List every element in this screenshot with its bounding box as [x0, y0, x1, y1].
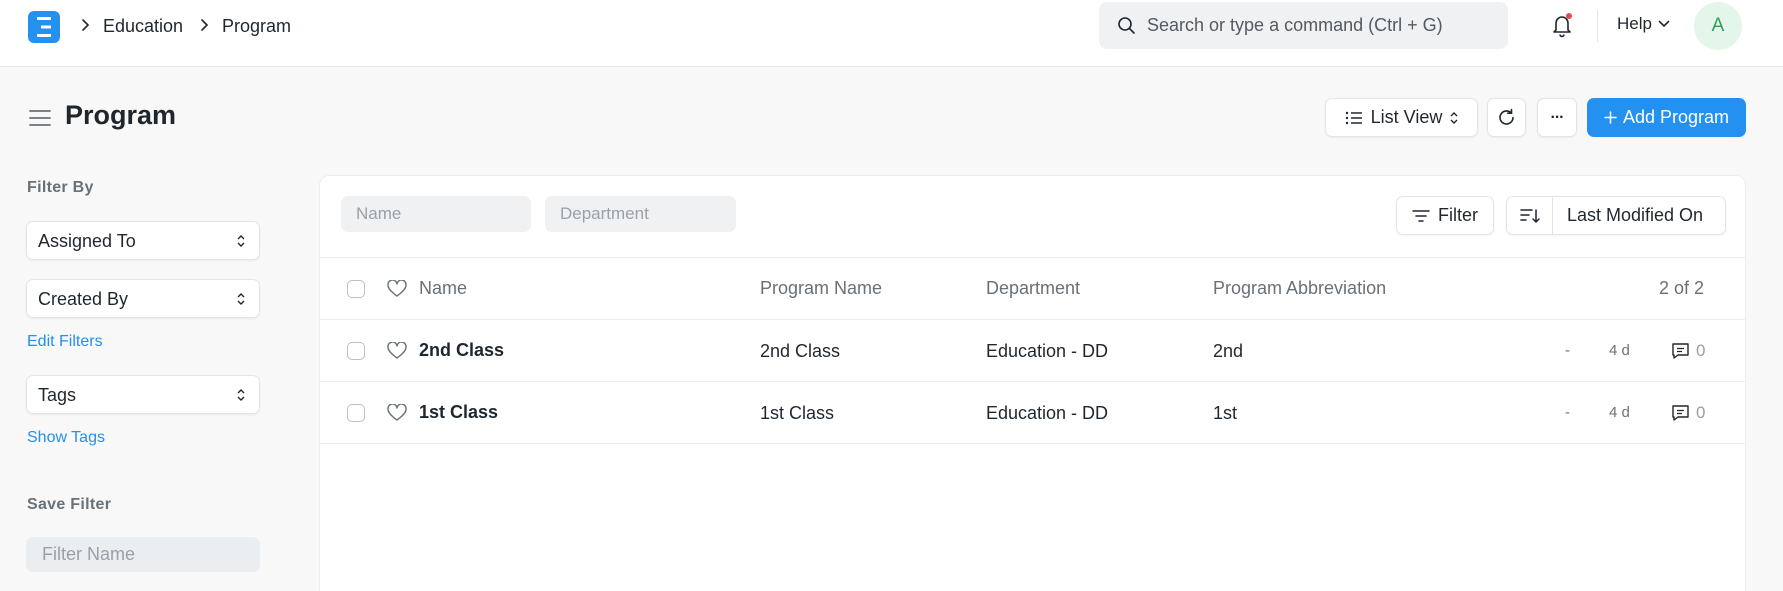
created-by-select[interactable]: Created By [26, 279, 260, 318]
row-abbreviation: 1st [1213, 403, 1238, 423]
app-logo[interactable] [28, 11, 60, 43]
row-comment-count[interactable]: 0 [1671, 341, 1705, 361]
user-avatar[interactable]: A [1694, 2, 1742, 50]
up-down-icon [237, 293, 245, 305]
plus-icon [1604, 111, 1617, 124]
list-card [319, 175, 1746, 591]
up-down-icon [237, 235, 245, 247]
heart-icon[interactable] [387, 280, 407, 298]
search-placeholder: Search or type a command (Ctrl + G) [1147, 15, 1443, 35]
row-name[interactable]: 1st Class [419, 402, 498, 423]
record-count: 2 of 2 [1659, 278, 1705, 298]
notification-dot [1566, 13, 1572, 19]
navbar-divider [1597, 10, 1598, 42]
row-assigned: - [1565, 404, 1570, 421]
heart-icon[interactable] [387, 404, 407, 422]
up-down-icon [237, 389, 245, 401]
chevron-right-icon [82, 19, 90, 31]
column-header-program-name: Program Name [760, 278, 883, 298]
refresh-icon [1499, 108, 1514, 125]
row-department: Education - DD [986, 341, 1109, 361]
edit-filters-link[interactable]: Edit Filters [27, 333, 103, 351]
more-dots-icon: ··· [1550, 108, 1565, 126]
row-comment-count[interactable]: 0 [1671, 403, 1705, 423]
help-label: Help [1617, 14, 1652, 33]
column-header-department: Department [986, 278, 1081, 298]
comment-icon [1672, 343, 1689, 359]
row-checkbox[interactable] [347, 404, 365, 422]
select-all-checkbox[interactable] [347, 280, 365, 298]
row-modified: 4 d [1609, 404, 1630, 421]
erpnext-logo-icon [37, 17, 51, 37]
chevron-down-icon [1658, 20, 1670, 28]
row-department: Education - DD [986, 403, 1109, 423]
comment-icon [1672, 405, 1689, 421]
assigned-to-select[interactable]: Assigned To [26, 221, 260, 260]
department-filter-input[interactable]: Department [545, 196, 736, 232]
row-modified: 4 d [1609, 342, 1630, 359]
sidebar-toggle-icon[interactable] [29, 109, 51, 127]
filter-button[interactable]: Filter [1396, 196, 1494, 235]
column-header-name: Name [419, 278, 468, 298]
filter-by-label: Filter By [27, 179, 94, 196]
sort-order-button[interactable] [1507, 197, 1553, 234]
divider [320, 381, 1745, 382]
chevron-right-icon [201, 19, 209, 31]
refresh-button[interactable] [1487, 98, 1526, 137]
more-actions-button[interactable]: ··· [1537, 98, 1577, 137]
filter-icon [1412, 209, 1430, 222]
show-tags-link[interactable]: Show Tags [27, 429, 105, 447]
row-program-name: 1st Class [760, 403, 835, 423]
navbar: Education Program Search or type a comma… [0, 0, 1783, 67]
row-checkbox[interactable] [347, 342, 365, 360]
sort-control[interactable]: Last Modified On [1506, 196, 1726, 235]
page-title: Program [65, 100, 177, 130]
tags-label: Tags [38, 385, 77, 405]
tags-select[interactable]: Tags [26, 375, 260, 414]
divider [320, 443, 1745, 444]
comment-count: 0 [1696, 341, 1706, 360]
search-icon [1118, 17, 1135, 34]
assigned-to-label: Assigned To [38, 231, 136, 251]
up-down-icon [1450, 111, 1458, 124]
help-dropdown[interactable]: Help [1617, 14, 1670, 34]
search-bar[interactable]: Search or type a command (Ctrl + G) [1099, 2, 1508, 49]
row-name[interactable]: 2nd Class [419, 340, 504, 361]
created-by-label: Created By [38, 289, 129, 309]
row-abbreviation: 2nd [1213, 341, 1244, 361]
list-icon [1345, 111, 1362, 124]
row-assigned: - [1565, 342, 1570, 359]
breadcrumb-program[interactable]: Program [222, 14, 291, 38]
heart-icon[interactable] [387, 342, 407, 360]
breadcrumb-education[interactable]: Education [103, 14, 183, 38]
comment-count: 0 [1696, 403, 1706, 422]
name-filter-input[interactable]: Name [341, 196, 531, 232]
filter-name-input[interactable]: Filter Name [26, 537, 260, 572]
filter-label: Filter [1438, 205, 1478, 225]
list-view-switcher[interactable]: List View [1325, 98, 1478, 137]
add-program-label: Add Program [1622, 107, 1730, 127]
divider [320, 319, 1745, 320]
save-filter-label: Save Filter [27, 496, 112, 513]
column-header-program-abbreviation: Program Abbreviation [1213, 278, 1387, 298]
sort-descending-icon [1519, 208, 1540, 223]
sort-field-label[interactable]: Last Modified On [1553, 205, 1703, 226]
divider [320, 257, 1745, 258]
add-program-button[interactable]: Add Program [1587, 98, 1746, 137]
row-program-name: 2nd Class [760, 341, 841, 361]
list-view-label: List View [1370, 107, 1443, 127]
